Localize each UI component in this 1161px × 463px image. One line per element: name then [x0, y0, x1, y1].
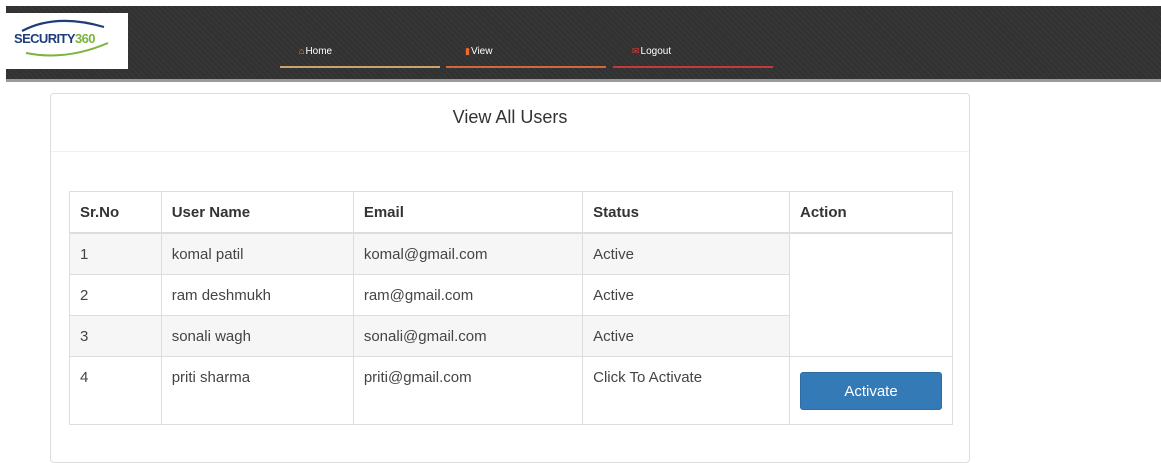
users-panel: View All Users Sr.No User Name Email Sta…	[50, 93, 970, 463]
cell-user-name: priti sharma	[160, 356, 354, 425]
cell-sr-no: 3	[69, 315, 162, 357]
cell-sr-no: 4	[69, 356, 162, 425]
header-status: Status	[582, 191, 790, 234]
cell-action-empty	[789, 232, 953, 357]
cell-email: ram@gmail.com	[352, 274, 584, 316]
table-row: 1 komal patil komal@gmail.com Active	[69, 232, 953, 357]
logo[interactable]: SECURITY360	[6, 13, 128, 69]
activate-button[interactable]: Activate	[800, 371, 942, 410]
logo-text-security: SECURITY	[14, 31, 76, 46]
nav-view[interactable]: ▮View	[446, 40, 606, 68]
users-table: Sr.No User Name Email Status Action 1 ko…	[69, 191, 953, 425]
cell-status: Active	[582, 232, 790, 275]
top-navbar: SECURITY360 ⌂Home ▮View ✉Logout	[6, 6, 1161, 82]
header-sr-no: Sr.No	[69, 191, 162, 234]
header-email: Email	[352, 191, 584, 234]
cell-action: Activate	[789, 356, 953, 425]
nav-home[interactable]: ⌂Home	[280, 40, 440, 68]
cell-user-name: komal patil	[160, 232, 354, 275]
logo-text: SECURITY360	[14, 31, 95, 46]
cell-user-name: sonali wagh	[160, 315, 354, 357]
nav-logout-label: Logout	[640, 46, 672, 57]
cell-sr-no: 2	[69, 274, 162, 316]
header-action: Action	[789, 191, 953, 234]
nav-logout[interactable]: ✉Logout	[613, 40, 773, 68]
cell-status: Active	[582, 274, 790, 316]
envelope-icon: ✉	[632, 46, 640, 56]
table-row: 4 priti sharma priti@gmail.com Click To …	[69, 356, 953, 425]
logo-text-360: 360	[74, 31, 95, 46]
cell-sr-no: 1	[69, 232, 162, 275]
click-to-activate-link[interactable]: Click To Activate	[582, 356, 790, 425]
nav-view-label: View	[470, 46, 493, 57]
flag-icon: ▮	[465, 46, 470, 56]
home-icon: ⌂	[299, 46, 305, 56]
cell-status: Active	[582, 315, 790, 357]
page-title: View All Users	[51, 94, 969, 152]
cell-email: priti@gmail.com	[352, 356, 584, 425]
cell-email: sonali@gmail.com	[352, 315, 584, 357]
cell-user-name: ram deshmukh	[160, 274, 354, 316]
header-user-name: User Name	[160, 191, 354, 234]
nav-home-label: Home	[305, 46, 333, 57]
table-header-row: Sr.No User Name Email Status Action	[69, 191, 953, 234]
cell-email: komal@gmail.com	[352, 232, 584, 275]
